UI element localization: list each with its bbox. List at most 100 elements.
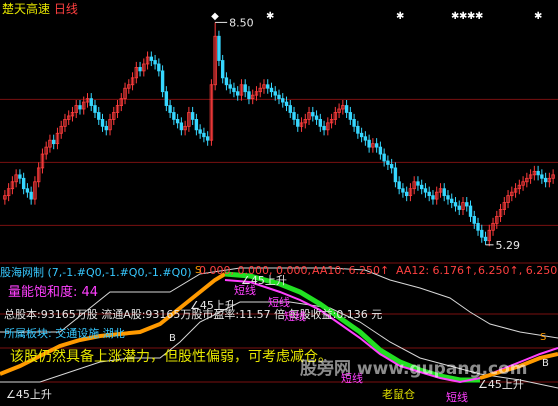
- candle-body: [89, 98, 93, 106]
- sell-mark-s: S: [195, 265, 202, 276]
- candle-body: [311, 112, 315, 117]
- candle-body: [138, 67, 142, 72]
- candle-body: [281, 98, 285, 103]
- candle-body: [382, 153, 386, 162]
- candle-body: [266, 84, 270, 89]
- candle-body: [480, 229, 484, 238]
- candle-body: [352, 119, 356, 127]
- candle-body: [367, 139, 371, 148]
- signal-marks: ◆ ✱ ✱ ✱ ✱ ✱ ✱ ✱: [211, 11, 542, 246]
- candle-body: [378, 146, 383, 155]
- candle-body: [205, 136, 210, 141]
- candle-body: [401, 188, 405, 193]
- candle-body: [393, 167, 398, 183]
- buy-mark-b: B: [169, 333, 176, 344]
- candle-body: [404, 191, 409, 197]
- analysis-comment: 该股仍然具备上涨潜力，但股性偏弱，可考虑减仓。: [10, 349, 332, 365]
- sector-info: 所属板块: 交通设施 湖北: [4, 327, 125, 340]
- candle-body: [374, 143, 379, 148]
- candle-body: [468, 205, 473, 217]
- short-line-label-e: 短线: [446, 391, 468, 404]
- candle-body: [472, 216, 476, 224]
- candle-body: [25, 188, 30, 193]
- candle-body: [228, 84, 232, 89]
- candle-body: [416, 181, 420, 186]
- short-line-label-d: 短线: [341, 372, 363, 385]
- candle-body: [427, 191, 431, 197]
- candle-body: [453, 202, 458, 207]
- candle-body: [363, 136, 368, 141]
- candle-body: [483, 236, 488, 242]
- candle-body: [172, 112, 176, 120]
- low-price-label: 5.29: [496, 239, 521, 252]
- short-line-label-a: 短线: [234, 284, 256, 297]
- candle-body: [179, 122, 184, 131]
- indicator-aa12: AA12: 6.176↑,: [396, 264, 477, 277]
- price-gridlines: [0, 98, 558, 226]
- candle-body: [344, 105, 349, 113]
- mouse-position-label: 老鼠仓: [382, 388, 415, 401]
- candle-body: [277, 94, 281, 100]
- candle-body: [314, 115, 319, 120]
- candle-body: [292, 112, 296, 120]
- candle-body: [235, 91, 240, 96]
- candle-body: [457, 205, 461, 210]
- candle-body: [419, 184, 424, 190]
- candle-body: [450, 198, 454, 203]
- candle-body: [220, 60, 225, 79]
- candle-body: [356, 125, 360, 134]
- candle-body: [431, 195, 435, 200]
- candle-body: [273, 91, 277, 96]
- candle-body: [540, 174, 544, 179]
- candle-body: [51, 139, 56, 145]
- short-line-label-c: 短线: [284, 310, 306, 323]
- candle-body: [348, 112, 353, 120]
- candle-body: [359, 132, 364, 138]
- diamond-signal-mark: ◆: [211, 11, 219, 22]
- candle-body: [149, 56, 154, 61]
- candle-body: [269, 87, 274, 93]
- candle-body: [442, 188, 446, 197]
- stock-title: 楚天高速 日线: [2, 0, 78, 17]
- candle-body: [194, 119, 199, 131]
- candlesticks: [3, 22, 555, 247]
- candle-body: [153, 60, 157, 65]
- star-signal-mark: ✱: [266, 11, 274, 22]
- price-candlestick-chart: ◆ ✱ ✱ ✱ ✱ ✱ ✱ ✱ 8.50 5.29: [0, 11, 558, 252]
- energy-label: 量能饱和度: 44: [8, 285, 99, 300]
- period-label: 日线: [53, 2, 78, 16]
- candle-body: [97, 112, 101, 120]
- candle-body: [543, 177, 548, 183]
- candle-body: [397, 181, 401, 190]
- candle-body: [224, 77, 229, 86]
- candle-body: [160, 70, 165, 93]
- candle-body: [296, 119, 300, 127]
- candle-body: [465, 202, 469, 207]
- candle-body: [157, 63, 161, 72]
- candle-body: [322, 125, 326, 131]
- sell-mark-s-right: S: [540, 332, 547, 343]
- rise45-label-b: ∠45上升: [190, 299, 236, 312]
- candle-body: [423, 188, 428, 193]
- stock-name: 楚天高速: [2, 2, 51, 16]
- candle-body: [247, 91, 251, 100]
- candle-body: [29, 191, 33, 200]
- candle-body: [389, 164, 394, 169]
- rise45-label-d: ∠45上升: [478, 378, 524, 391]
- candle-body: [21, 177, 26, 190]
- candle-body: [284, 101, 289, 106]
- candle-body: [202, 132, 206, 138]
- indicator-tail: 6.250↑, 6.250: [478, 264, 558, 277]
- candle-body: [318, 119, 323, 127]
- rise45-label-c: ∠45上升: [6, 388, 52, 401]
- candle-body: [190, 112, 195, 120]
- star-signal-mark: ✱: [475, 11, 483, 22]
- candle-body: [18, 174, 22, 179]
- candle-body: [232, 87, 236, 93]
- candle-body: [175, 119, 180, 124]
- candle-body: [100, 119, 105, 127]
- candle-body: [164, 91, 169, 106]
- indicator-aa10: AA10: 6.250↑: [312, 264, 390, 277]
- candle-body: [217, 35, 221, 61]
- candle-body: [536, 170, 540, 176]
